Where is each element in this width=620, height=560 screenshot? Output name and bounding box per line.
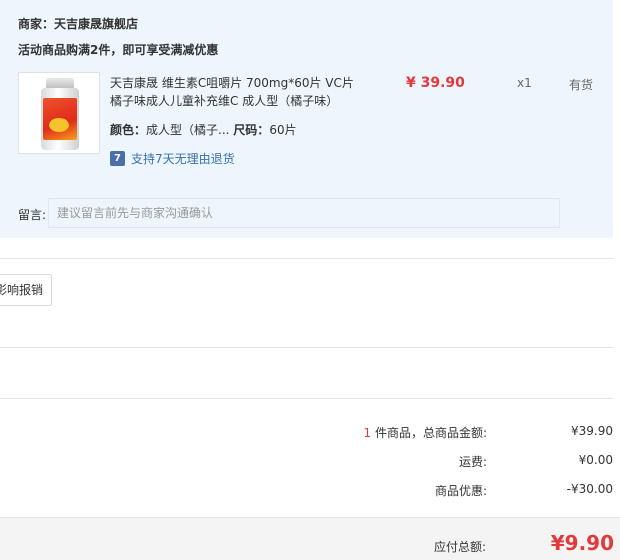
return-policy[interactable]: 7 支持7天无理由退货	[110, 150, 235, 167]
item-count: 1	[363, 426, 372, 440]
spec-size-value: 60片	[269, 123, 297, 137]
spec-size-key: 尺码：	[233, 123, 270, 137]
vitamin-c-bottle-icon	[41, 78, 79, 150]
return-policy-label: 支持7天无理由退货	[131, 152, 235, 166]
total-amount: ¥9.90	[550, 531, 614, 555]
promo-text: 活动商品购满2件，即可享受满减优惠	[18, 43, 219, 57]
order-panel: 商家：天吉康晟旗舰店 活动商品购满2件，即可享受满减优惠 天吉康晟 维生素C咀嚼…	[0, 0, 613, 238]
product-price: ¥ 39.90	[406, 75, 465, 91]
total-label: 应付总额:	[433, 540, 486, 554]
summary-items-total: ¥39.90	[571, 424, 613, 438]
summary-items-label: 1 件商品，总商品金额:	[363, 426, 488, 440]
product-thumbnail[interactable]	[18, 72, 100, 154]
summary-items-row: 1 件商品，总商品金额: ¥39.90	[0, 424, 614, 444]
divider	[0, 258, 613, 259]
divider	[0, 347, 613, 348]
summary-shipping-row: 运费: ¥0.00	[0, 453, 613, 473]
spec-color-key: 颜色：	[110, 123, 147, 137]
seven-day-return-icon: 7	[110, 151, 125, 166]
spec-color-value: 成人型（橘子...	[146, 123, 230, 137]
merchant-name[interactable]: 商家：天吉康晟旗舰店	[18, 15, 138, 32]
note-label: 留言:	[18, 208, 47, 222]
summary-discount-row: 商品优惠: -¥30.00	[0, 482, 613, 502]
note-input[interactable]	[48, 198, 560, 228]
stock-status: 有货	[569, 78, 594, 92]
discount-value: -¥30.00	[566, 482, 613, 496]
invoice-button[interactable]: 影响报销	[0, 274, 52, 306]
shipping-value: ¥0.00	[578, 453, 613, 467]
product-title[interactable]: 天吉康晟 维生素C咀嚼片 700mg*60片 VC片橘子味成人儿童补充维C 成人…	[110, 74, 360, 110]
product-quantity: x1	[517, 76, 532, 90]
discount-label: 商品优惠:	[434, 484, 487, 498]
payment-bar: 应付总额: ¥9.90	[0, 517, 620, 560]
product-spec: 颜色：成人型（橘子... 尺码：60片	[110, 121, 297, 138]
divider	[0, 398, 613, 399]
shipping-label: 运费:	[458, 455, 487, 469]
